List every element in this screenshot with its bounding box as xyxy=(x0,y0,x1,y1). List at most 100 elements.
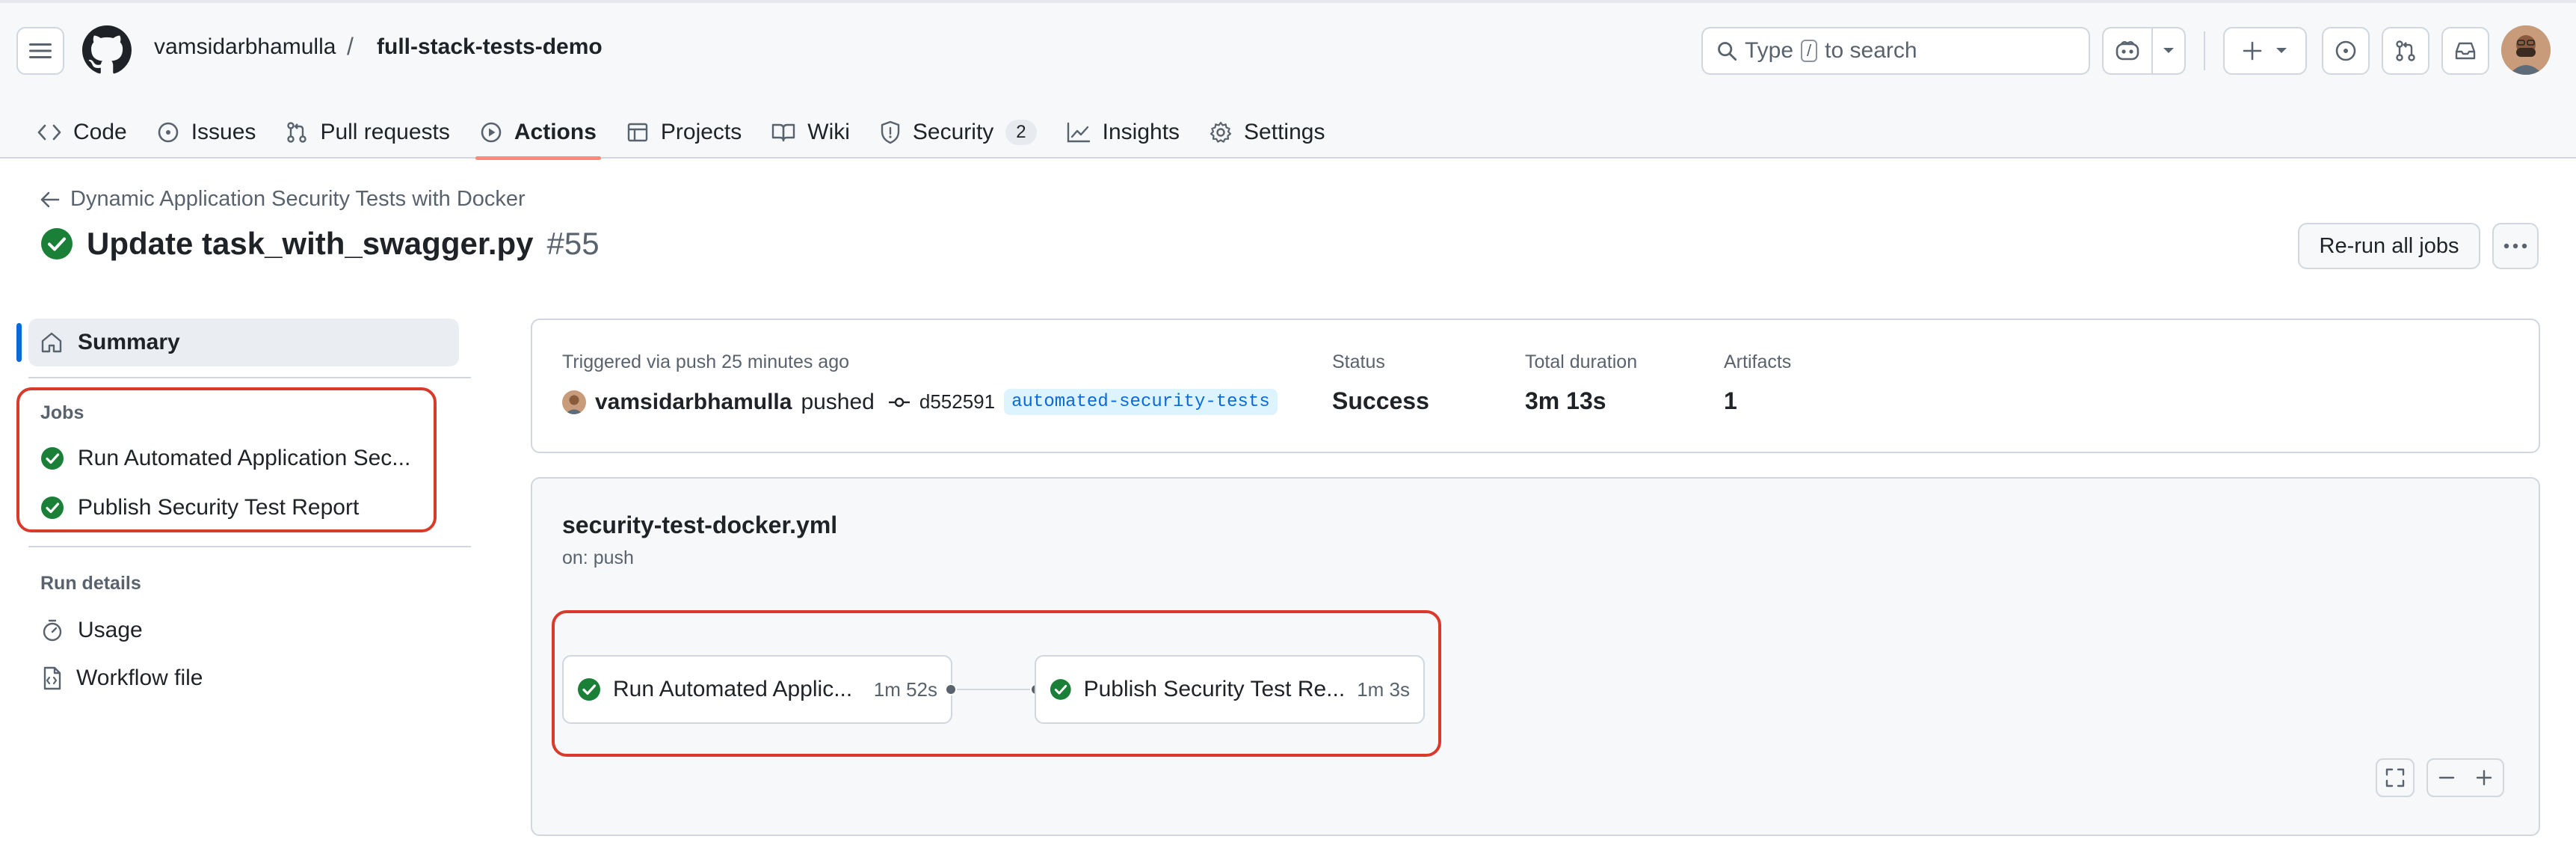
kebab-horizontal-icon xyxy=(2503,243,2527,249)
search-icon xyxy=(1718,42,1737,61)
top-border xyxy=(0,0,2576,3)
repo-name-link[interactable]: full-stack-tests-demo xyxy=(377,34,603,60)
issues-button[interactable] xyxy=(2322,27,2370,75)
search-suffix: to search xyxy=(1825,38,1917,63)
inbox-button[interactable] xyxy=(2441,27,2489,75)
tab-insights[interactable]: Insights xyxy=(1052,97,1195,159)
tab-issues[interactable]: Issues xyxy=(142,97,271,159)
avatar-image xyxy=(562,390,586,414)
zoom-controls xyxy=(2426,758,2504,797)
zoom-out-button[interactable] xyxy=(2438,769,2456,787)
zoom-in-button[interactable] xyxy=(2475,769,2493,787)
git-commit-icon xyxy=(888,397,910,407)
tab-projects[interactable]: Projects xyxy=(611,97,757,159)
summary-label: Summary xyxy=(78,330,180,354)
run-title: Update task_with_swagger.py xyxy=(87,226,534,261)
sidebar-item-usage[interactable]: Usage xyxy=(40,618,143,643)
rerun-all-jobs-button[interactable]: Re-run all jobs xyxy=(2298,223,2480,269)
code-icon xyxy=(37,124,61,141)
search-shortcut-key: / xyxy=(1801,40,1818,62)
workflow-trigger: on: push xyxy=(562,547,634,568)
tab-label: Settings xyxy=(1244,120,1325,144)
tab-label: Issues xyxy=(191,120,256,144)
branch-label[interactable]: automated-security-tests xyxy=(1004,389,1278,415)
push-info: vamsidarbhamulla pushed d552591 automate… xyxy=(562,389,1278,415)
tab-wiki[interactable]: Wiki xyxy=(757,97,865,159)
menu-button[interactable] xyxy=(16,27,64,75)
minus-icon xyxy=(2438,776,2455,779)
tab-settings[interactable]: Settings xyxy=(1195,97,1340,159)
git-pull-request-icon xyxy=(2396,40,2415,61)
page-title: Update task_with_swagger.py #55 xyxy=(40,226,600,262)
shield-icon xyxy=(881,120,900,144)
workflow-name: Dynamic Application Security Tests with … xyxy=(70,187,526,211)
tab-label: Pull requests xyxy=(320,120,450,144)
workflow-file-name: security-test-docker.yml xyxy=(562,511,838,538)
actor-link[interactable]: vamsidarbhamulla xyxy=(595,390,792,415)
table-icon xyxy=(627,123,648,142)
file-code-icon xyxy=(43,666,61,690)
user-avatar[interactable] xyxy=(2501,25,2551,75)
screen-full-icon xyxy=(2385,768,2405,787)
graph-icon xyxy=(1067,122,1090,143)
search-prefix: Type xyxy=(1745,38,1794,63)
play-icon xyxy=(481,122,502,143)
fullscreen-button[interactable] xyxy=(2376,758,2415,797)
workflow-graph: security-test-docker.yml on: push Run Au… xyxy=(531,477,2540,836)
back-to-workflow-link[interactable]: Dynamic Application Security Tests with … xyxy=(40,187,526,212)
more-options-button[interactable] xyxy=(2492,223,2539,269)
check-circle-fill-icon xyxy=(41,228,73,259)
sidebar-divider xyxy=(28,377,471,378)
duration-label: Total duration xyxy=(1525,351,1638,372)
active-indicator xyxy=(16,323,22,362)
tab-label: Security xyxy=(912,120,994,144)
pull-request-icon xyxy=(287,122,307,143)
sidebar-divider xyxy=(28,546,471,547)
tab-label: Actions xyxy=(514,120,597,144)
security-alert-count: 2 xyxy=(1005,120,1037,145)
copilot-icon xyxy=(2116,41,2139,61)
home-icon xyxy=(41,332,62,353)
repo-owner-link[interactable]: vamsidarbhamulla xyxy=(154,34,336,60)
tab-label: Projects xyxy=(660,120,742,144)
tab-actions[interactable]: Actions xyxy=(465,97,611,160)
create-new-button[interactable] xyxy=(2223,27,2307,75)
run-details-heading: Run details xyxy=(40,573,141,594)
usage-label: Usage xyxy=(78,618,143,642)
global-header: vamsidarbhamulla / full-stack-tests-demo… xyxy=(0,0,2576,160)
pull-requests-button[interactable] xyxy=(2382,27,2429,75)
run-summary-card: Triggered via push 25 minutes ago vamsid… xyxy=(531,319,2540,453)
search-input[interactable]: Type / to search xyxy=(1701,27,2090,75)
tab-code[interactable]: Code xyxy=(22,97,142,159)
arrow-left-icon xyxy=(40,191,60,207)
sidebar-item-workflow-file[interactable]: Workflow file xyxy=(40,666,203,691)
sidebar-item-summary[interactable]: Summary xyxy=(28,319,459,366)
push-action: pushed xyxy=(801,389,875,414)
artifacts-label: Artifacts xyxy=(1724,351,1792,372)
stopwatch-icon xyxy=(43,619,62,642)
tab-pull-requests[interactable]: Pull requests xyxy=(271,97,464,159)
repo-nav-tabs: Code Issues Pull requests Actions Projec… xyxy=(22,97,1340,160)
chevron-down-icon xyxy=(2163,48,2174,53)
trigger-text: Triggered via push 25 minutes ago xyxy=(562,351,850,372)
run-number: #55 xyxy=(546,226,600,261)
hamburger-icon xyxy=(29,43,52,58)
issue-opened-icon xyxy=(2335,40,2356,61)
tab-label: Wiki xyxy=(807,120,850,144)
actor-avatar[interactable] xyxy=(562,390,586,414)
workflow-file-label: Workflow file xyxy=(76,666,203,690)
tab-label: Insights xyxy=(1102,120,1180,144)
commit-sha-link[interactable]: d552591 xyxy=(919,390,995,414)
chevron-down-icon xyxy=(2276,48,2287,53)
gear-icon xyxy=(1210,121,1232,143)
plus-icon xyxy=(2243,41,2262,61)
avatar-image xyxy=(2501,25,2551,75)
jobs-highlight-annotation xyxy=(16,387,437,532)
status-label: Status xyxy=(1332,351,1385,372)
inbox-icon xyxy=(2455,42,2476,60)
tab-security[interactable]: Security 2 xyxy=(865,97,1052,159)
copilot-button[interactable] xyxy=(2102,27,2186,75)
artifacts-value[interactable]: 1 xyxy=(1724,387,1737,415)
duration-value: 3m 13s xyxy=(1525,387,1606,414)
github-logo[interactable] xyxy=(82,25,132,75)
